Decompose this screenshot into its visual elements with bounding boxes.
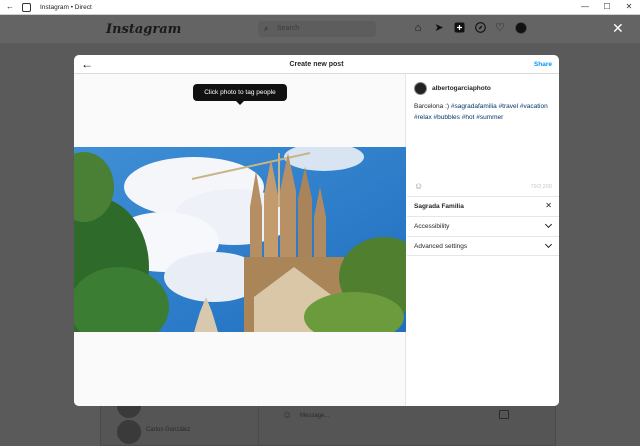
- panel-divider: [258, 400, 259, 446]
- chevron-down-icon[interactable]: [544, 220, 553, 229]
- caption-text: Barcelona :): [414, 103, 451, 110]
- advanced-settings-label: Advanced settings: [414, 243, 468, 250]
- contact-avatar[interactable]: [117, 420, 141, 444]
- chevron-down-icon[interactable]: [544, 240, 553, 249]
- modal-title: Create new post: [289, 61, 344, 68]
- user-avatar[interactable]: [414, 82, 427, 95]
- message-input[interactable]: Message...: [300, 413, 329, 419]
- username[interactable]: albertogarciaphoto: [432, 85, 491, 92]
- app-icon: [22, 3, 31, 12]
- search-input[interactable]: ⌕ Search: [258, 21, 376, 37]
- clear-location-icon[interactable]: ✕: [545, 201, 552, 211]
- home-icon[interactable]: ⌂: [412, 22, 424, 34]
- accessibility-label: Accessibility: [414, 223, 450, 230]
- window-titlebar: ← Instagram • Direct — ☐ ✕: [0, 0, 640, 15]
- hashtag: #hot: [461, 114, 475, 121]
- hashtag: #relax: [414, 114, 432, 121]
- share-button[interactable]: Share: [534, 61, 552, 68]
- explore-icon[interactable]: [474, 22, 486, 34]
- search-placeholder: Search: [277, 25, 300, 32]
- maximize-icon[interactable]: ☐: [600, 2, 614, 12]
- window-title: Instagram • Direct: [40, 4, 92, 11]
- hashtag: #vacation: [519, 103, 548, 110]
- hashtag: #travel: [498, 103, 519, 110]
- hashtag: #sagradafamilia: [450, 103, 497, 110]
- window-close-icon[interactable]: ✕: [622, 2, 636, 12]
- post-photo[interactable]: [74, 147, 406, 332]
- post-details-panel: albertogarciaphoto Barcelona :) #sagrada…: [407, 74, 559, 406]
- advanced-settings-row[interactable]: Advanced settings: [407, 236, 559, 256]
- photo-area[interactable]: Click photo to tag people: [74, 74, 406, 406]
- character-count: 79/2,200: [530, 184, 552, 190]
- hashtag: #bubbles: [433, 114, 460, 121]
- instagram-logo[interactable]: Instagram: [106, 22, 181, 37]
- new-post-icon[interactable]: [453, 22, 465, 34]
- location-row[interactable]: Sagrada Familia ✕: [407, 196, 559, 216]
- direct-panel-background: [100, 400, 556, 446]
- caption-textarea[interactable]: Barcelona :) #sagradafamilia #travel #va…: [414, 101, 554, 123]
- minimize-icon[interactable]: —: [578, 2, 592, 12]
- image-upload-icon[interactable]: [499, 410, 509, 419]
- profile-avatar[interactable]: [515, 22, 527, 34]
- contact-name[interactable]: Carlos González: [146, 427, 190, 433]
- window-back-icon[interactable]: ←: [6, 3, 14, 11]
- modal-header: ← Create new post Share: [74, 55, 559, 74]
- tooltip-arrow: [236, 101, 244, 105]
- create-post-modal: ← Create new post Share Click photo to t…: [74, 55, 559, 406]
- search-icon: ⌕: [264, 24, 269, 33]
- tag-people-tooltip: Click photo to tag people: [193, 84, 287, 101]
- emoji-picker-icon[interactable]: ☺: [414, 181, 423, 191]
- accessibility-row[interactable]: Accessibility: [407, 216, 559, 236]
- emoji-icon[interactable]: ☺: [282, 410, 292, 421]
- location-value[interactable]: Sagrada Familia: [414, 203, 464, 210]
- activity-icon[interactable]: ♡: [494, 22, 506, 34]
- direct-icon[interactable]: ➤: [433, 22, 445, 34]
- hashtag: #summer: [476, 114, 504, 121]
- close-modal-icon[interactable]: ✕: [612, 20, 624, 37]
